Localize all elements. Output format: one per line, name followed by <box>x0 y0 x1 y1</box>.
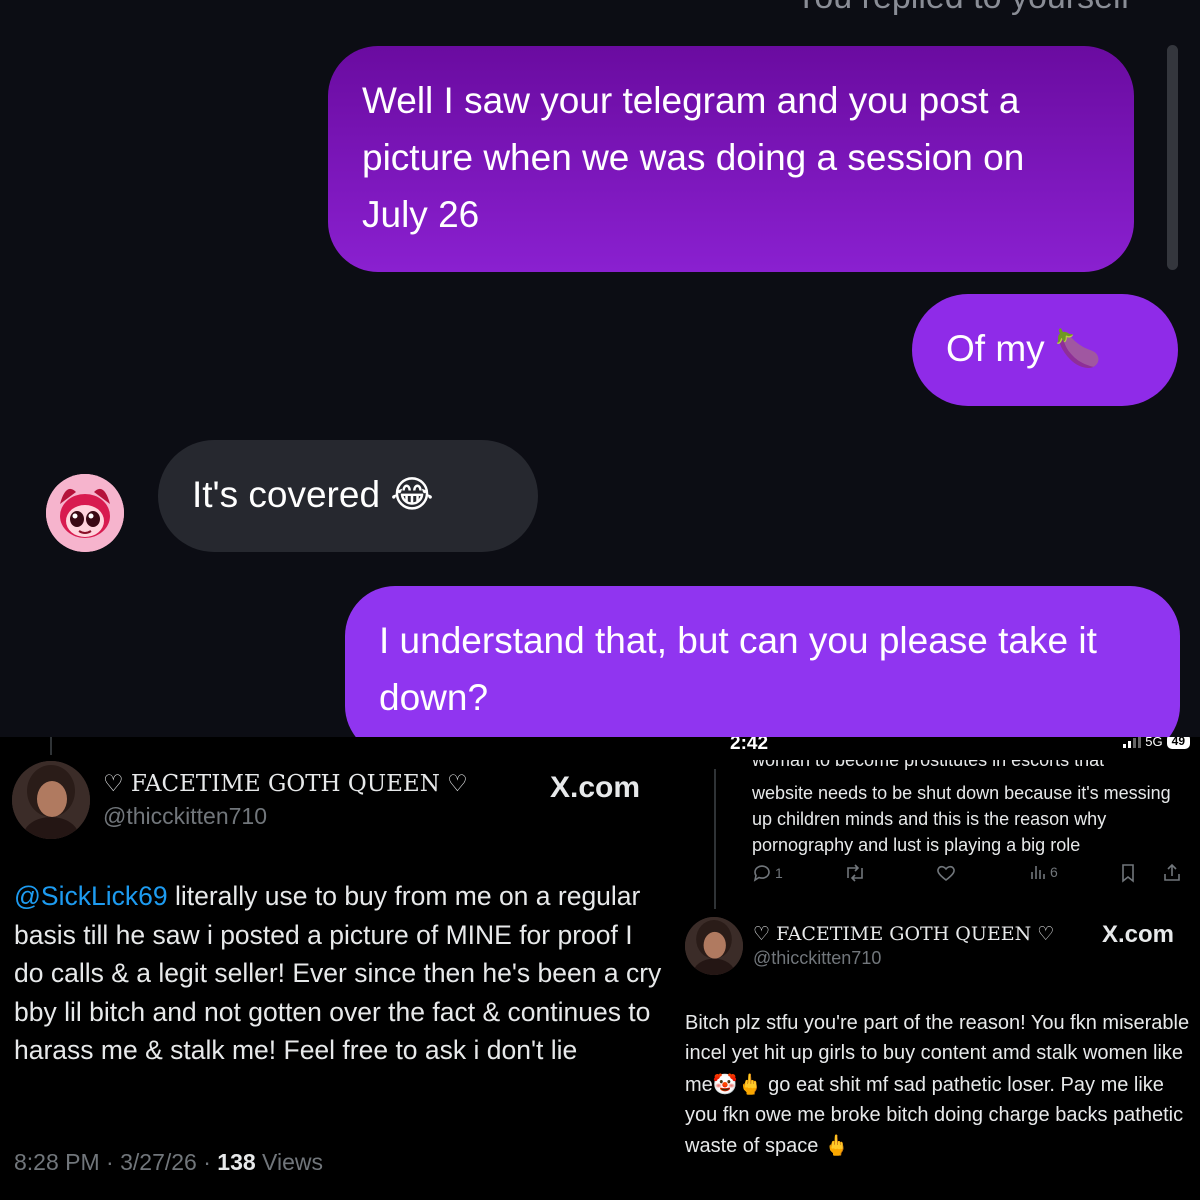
mention-link[interactable]: @SickLick69 <box>14 881 168 911</box>
eggplant-emoji: 🍆 <box>1054 327 1102 370</box>
tweet-metadata: 8:28 PM · 3/27/26 · 138 Views <box>14 1149 323 1176</box>
message-bubble-sent[interactable]: Of my 🍆 <box>912 294 1178 406</box>
x-logo-label: X.com <box>550 771 641 804</box>
tweet-actions: 1 6 <box>752 863 1192 887</box>
bookmark-icon <box>1122 864 1134 883</box>
view-count: 138 <box>217 1149 256 1175</box>
bookmark-button[interactable] <box>1119 863 1137 883</box>
tweet-text: Bitch plz stfu you're part of the reason… <box>685 1008 1195 1161</box>
user-handle[interactable]: @thicckitten710 <box>103 803 267 830</box>
clown-middle-finger-emoji: 🤡🖕 <box>712 1071 763 1096</box>
message-text: Of my <box>946 328 1055 369</box>
network-label: 5G <box>1145 737 1163 749</box>
tweet-card: ♡ FACETIME GOTH QUEEN ♡ @thicckitten710 … <box>0 737 668 1200</box>
status-icons: 5G 49 <box>1123 737 1190 749</box>
avatar[interactable] <box>12 761 90 839</box>
display-name[interactable]: ♡ FACETIME GOTH QUEEN ♡ <box>753 923 1054 945</box>
signal-icon <box>1123 737 1142 748</box>
tweet-text: website needs to be shut down because it… <box>752 783 1171 855</box>
bar-chart-icon <box>1031 866 1045 879</box>
share-button[interactable] <box>1162 863 1182 883</box>
display-name[interactable]: ♡ FACETIME GOTH QUEEN ♡ <box>103 771 468 797</box>
replied-to-yourself-label: You replied to yourself <box>0 0 1130 17</box>
divider <box>50 737 52 755</box>
profile-photo-icon <box>685 917 743 975</box>
tweet-timestamp[interactable]: 8:28 PM · 3/27/26 · <box>14 1149 217 1175</box>
tweet-text-cutoff: woman to become prostitutes in escorts t… <box>752 760 1105 770</box>
reply-count: 1 <box>775 865 783 881</box>
avatar[interactable] <box>685 917 743 975</box>
status-time: 2:42 <box>730 737 769 754</box>
retweet-button[interactable] <box>844 863 866 883</box>
thread-line <box>714 769 716 909</box>
views-count: 6 <box>1050 864 1058 880</box>
dm-conversation: You replied to yourself Well I saw your … <box>0 0 1200 737</box>
tweet-text: @SickLick69 literally use to buy from me… <box>14 877 664 1070</box>
user-handle[interactable]: @thicckitten710 <box>753 948 881 969</box>
phone-screenshot: 2:42 5G 49 woman to become prostitutes i… <box>668 737 1200 1200</box>
battery-icon: 49 <box>1166 737 1190 749</box>
reply-button[interactable]: 1 <box>752 863 783 883</box>
middle-finger-emoji: 🖕 <box>823 1133 849 1158</box>
laughing-emoji: 😂 <box>390 473 434 516</box>
views-button[interactable]: 6 <box>1029 863 1058 881</box>
heart-icon <box>937 865 955 882</box>
avatar[interactable] <box>46 474 124 552</box>
message-bubble-received[interactable]: It's covered 😂 <box>158 440 538 552</box>
scrollbar[interactable] <box>1167 45 1178 270</box>
like-button[interactable] <box>935 863 957 883</box>
message-text: I understand that, but can you please ta… <box>379 620 1097 718</box>
message-bubble-sent[interactable]: I understand that, but can you please ta… <box>345 586 1180 737</box>
message-text: It's covered <box>192 474 391 515</box>
views-label: Views <box>255 1149 323 1175</box>
message-text: Well I saw your telegram and you post a … <box>362 80 1025 235</box>
retweet-icon <box>847 864 863 882</box>
x-logo-label: X.com <box>1102 921 1175 948</box>
pink-cartoon-devil-icon <box>46 474 124 552</box>
reply-icon <box>753 865 770 882</box>
share-icon <box>1164 863 1180 881</box>
message-bubble-sent[interactable]: Well I saw your telegram and you post a … <box>328 46 1134 272</box>
profile-photo-icon <box>12 761 90 839</box>
